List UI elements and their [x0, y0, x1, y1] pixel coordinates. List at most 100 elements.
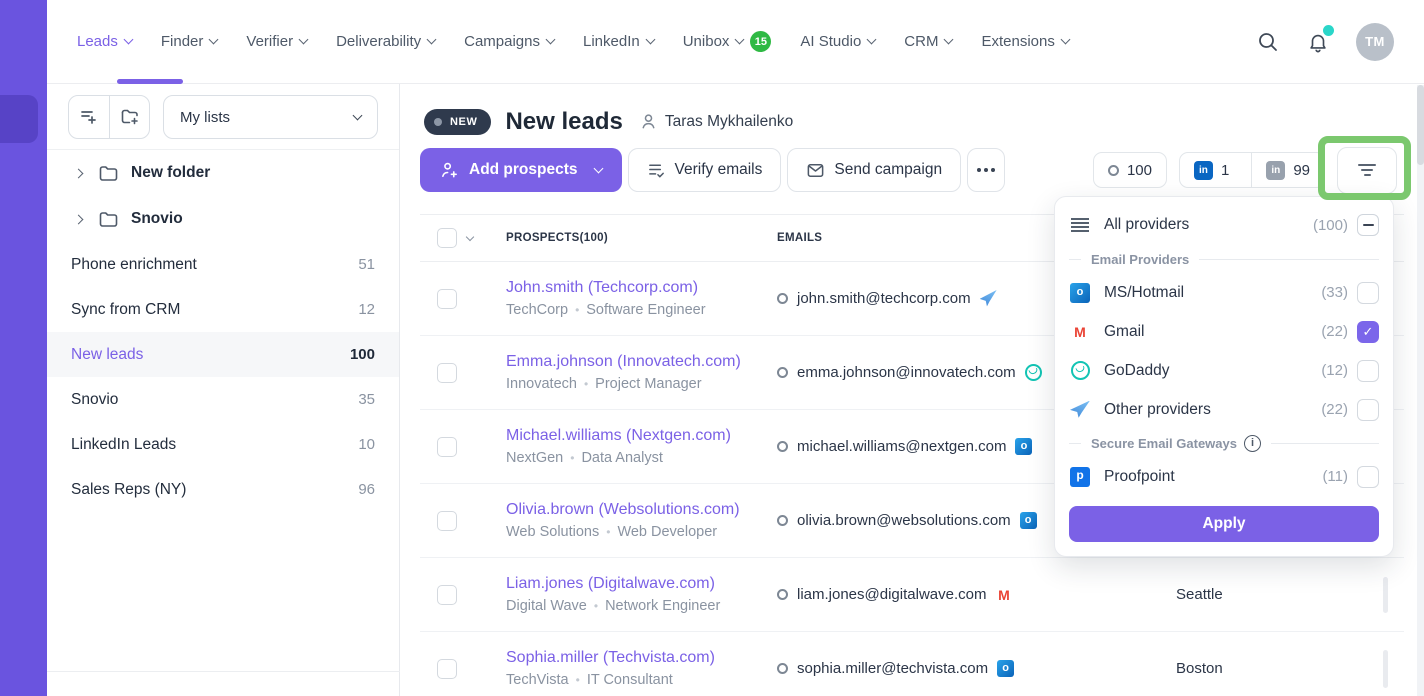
nav-extensions[interactable]: Extensions	[981, 33, 1068, 50]
notification-dot	[1323, 25, 1334, 36]
ellipsis-icon	[977, 168, 995, 172]
linkedin-primary-count[interactable]: in 1	[1180, 153, 1243, 187]
proofpoint-checkbox[interactable]	[1357, 466, 1379, 488]
table-scrollbar-thumb[interactable]	[1383, 650, 1388, 688]
linkedin-stats-pill: in 1 in 99	[1179, 152, 1325, 188]
email-provider-filter-panel: All providers (100) Email Providers MS/H…	[1054, 196, 1394, 557]
row-checkbox[interactable]	[437, 511, 457, 531]
nav-campaigns[interactable]: Campaigns	[464, 33, 554, 50]
list-count: 100	[350, 346, 375, 363]
row-checkbox[interactable]	[437, 659, 457, 679]
row-checkbox[interactable]	[437, 437, 457, 457]
provider-count: (33)	[1321, 284, 1348, 301]
unibox-count-badge: 15	[750, 31, 771, 52]
page-title: New leads	[505, 108, 622, 136]
scrollbar-thumb[interactable]	[1417, 85, 1424, 165]
folder-icon	[98, 163, 119, 184]
filter-button[interactable]	[1337, 147, 1397, 194]
filter-item-gmail[interactable]: Gmail (22)	[1069, 312, 1379, 351]
email-text[interactable]: olivia.brown@websolutions.com	[797, 512, 1011, 529]
table-scrollbar-thumb[interactable]	[1383, 577, 1388, 613]
filter-item-proofpoint[interactable]: Proofpoint (11)	[1069, 457, 1379, 496]
total-prospects-pill[interactable]: 100	[1093, 152, 1167, 188]
left-rail	[0, 0, 47, 696]
owner-name: Taras Mykhailenko	[665, 113, 793, 131]
add-folder-button[interactable]	[109, 96, 149, 138]
folder-new-folder[interactable]: New folder	[47, 150, 399, 196]
select-all-checkbox[interactable]	[437, 228, 457, 248]
add-list-button[interactable]	[69, 96, 109, 138]
my-lists-dropdown[interactable]: My lists	[163, 95, 378, 139]
provider-icon	[1025, 364, 1042, 381]
sidebar-item-phone-enrichment[interactable]: Phone enrichment 51	[47, 242, 399, 287]
sidebar-item-linkedin-leads[interactable]: LinkedIn Leads 10	[47, 422, 399, 467]
nav-finder[interactable]: Finder	[161, 33, 218, 50]
paper-plane-icon	[1070, 401, 1090, 419]
rail-active-item[interactable]	[0, 95, 38, 143]
notifications-bell-icon[interactable]	[1306, 30, 1330, 54]
status-ring-icon	[1108, 165, 1119, 176]
filter-all-providers-row[interactable]: All providers (100)	[1069, 205, 1379, 245]
other-providers-checkbox[interactable]	[1357, 399, 1379, 421]
prospect-name-link[interactable]: John.smith (Techcorp.com)	[506, 279, 777, 297]
prospect-name-link[interactable]: Michael.williams (Nextgen.com)	[506, 427, 777, 445]
nav-linkedin[interactable]: LinkedIn	[583, 33, 654, 50]
provider-icon	[995, 586, 1012, 603]
avatar[interactable]: TM	[1356, 23, 1394, 61]
chevron-down-icon	[593, 163, 603, 173]
email-status-icon	[777, 589, 788, 600]
nav-verifier[interactable]: Verifier	[246, 33, 307, 50]
filter-item-godaddy[interactable]: GoDaddy (12)	[1069, 351, 1379, 390]
prospect-name-link[interactable]: Olivia.brown (Websolutions.com)	[506, 501, 777, 519]
nav-unibox[interactable]: Unibox15	[683, 31, 772, 52]
info-icon[interactable]: i	[1244, 435, 1261, 452]
top-nav: Leads Finder Verifier Deliverability Cam…	[47, 0, 1424, 84]
email-text[interactable]: emma.johnson@innovatech.com	[797, 364, 1016, 381]
nav-leads[interactable]: Leads	[77, 33, 132, 50]
search-icon[interactable]	[1256, 30, 1280, 54]
filter-item-other-providers[interactable]: Other providers (22)	[1069, 390, 1379, 429]
chevron-down-icon	[123, 35, 133, 45]
sidebar-item-sales-reps-ny[interactable]: Sales Reps (NY) 96	[47, 467, 399, 512]
sidebar-item-sync-from-crm[interactable]: Sync from CRM 12	[47, 287, 399, 332]
email-text[interactable]: john.smith@techcorp.com	[797, 290, 971, 307]
folder-snovio[interactable]: Snovio	[47, 196, 399, 242]
apply-button[interactable]: Apply	[1069, 506, 1379, 542]
nav-crm[interactable]: CRM	[904, 33, 952, 50]
prospect-name-link[interactable]: Liam.jones (Digitalwave.com)	[506, 575, 777, 593]
linkedin-secondary-count[interactable]: in 99	[1251, 153, 1324, 187]
person-icon	[639, 112, 658, 131]
row-checkbox[interactable]	[437, 585, 457, 605]
vertical-scrollbar[interactable]	[1417, 85, 1424, 696]
column-header-prospects[interactable]: PROSPECTS(100)	[506, 232, 777, 244]
chevron-down-icon[interactable]	[466, 232, 474, 240]
person-plus-icon	[440, 161, 459, 180]
send-campaign-button[interactable]: Send campaign	[787, 148, 961, 192]
godaddy-checkbox[interactable]	[1357, 360, 1379, 382]
filter-item-ms-hotmail[interactable]: MS/Hotmail (33)	[1069, 273, 1379, 312]
sidebar-item-snovio[interactable]: Snovio 35	[47, 377, 399, 422]
prospect-name-link[interactable]: Emma.johnson (Innovatech.com)	[506, 353, 777, 371]
email-text[interactable]: michael.williams@nextgen.com	[797, 438, 1006, 455]
nav-ai-studio[interactable]: AI Studio	[800, 33, 875, 50]
sidebar-item-new-leads[interactable]: New leads 100	[47, 332, 399, 377]
chevron-down-icon	[735, 35, 745, 45]
ms-hotmail-checkbox[interactable]	[1357, 282, 1379, 304]
row-checkbox[interactable]	[437, 363, 457, 383]
email-text[interactable]: sophia.miller@techvista.com	[797, 660, 988, 677]
add-prospects-button[interactable]: Add prospects	[420, 148, 622, 192]
table-row: Sophia.miller (Techvista.com) TechVistaI…	[420, 632, 1404, 696]
chevron-down-icon	[1060, 35, 1070, 45]
all-providers-checkbox[interactable]	[1357, 214, 1379, 236]
email-text[interactable]: liam.jones@digitalwave.com	[797, 586, 986, 603]
nav-deliverability[interactable]: Deliverability	[336, 33, 435, 50]
verify-emails-button[interactable]: Verify emails	[628, 148, 782, 192]
list-count: 96	[358, 481, 375, 498]
gmail-checkbox[interactable]	[1357, 321, 1379, 343]
new-status-badge: NEW	[424, 109, 491, 135]
more-options-button[interactable]	[967, 148, 1005, 192]
row-checkbox[interactable]	[437, 289, 457, 309]
provider-icon	[980, 290, 997, 307]
chevron-down-icon	[209, 35, 219, 45]
prospect-name-link[interactable]: Sophia.miller (Techvista.com)	[506, 649, 777, 667]
